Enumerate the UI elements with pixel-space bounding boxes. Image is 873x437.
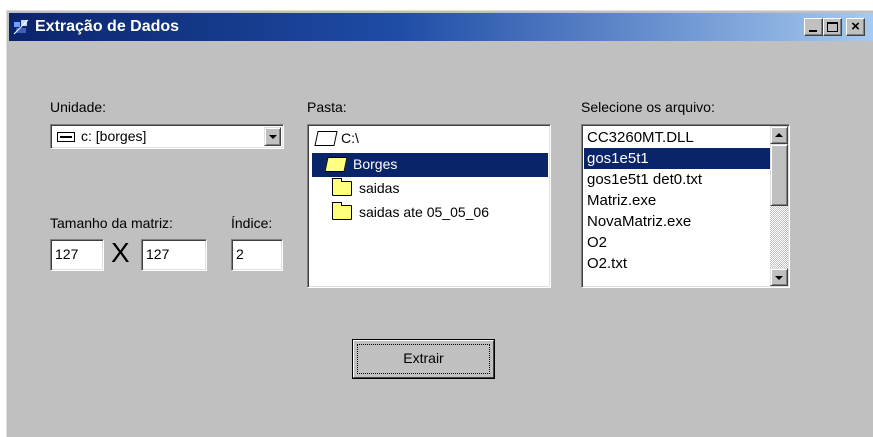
folder-item-label: C:\ bbox=[341, 130, 359, 146]
list-item[interactable]: NovaMatriz.exe bbox=[584, 211, 772, 232]
times-symbol: X bbox=[111, 237, 130, 268]
extrair-label: Extrair bbox=[403, 350, 444, 366]
list-item[interactable]: O2.txt bbox=[584, 253, 772, 274]
drive-combobox[interactable]: c: [borges] bbox=[50, 124, 284, 149]
scroll-down-button[interactable] bbox=[770, 268, 788, 286]
list-item[interactable]: gos1e5t1 det0.txt bbox=[584, 169, 772, 190]
maximize-icon bbox=[827, 22, 838, 32]
list-item[interactable]: gos1e5t1 bbox=[584, 148, 772, 169]
folder-item-saidas-ate[interactable]: saidas ate 05_05_06 bbox=[310, 201, 548, 225]
scroll-thumb[interactable] bbox=[770, 144, 788, 206]
matriz-label: Tamanho da matriz: bbox=[50, 215, 173, 231]
close-icon: × bbox=[851, 18, 860, 35]
matrix-rows-input[interactable]: 127 bbox=[50, 239, 104, 271]
scroll-up-button[interactable] bbox=[770, 126, 788, 144]
minimize-icon bbox=[809, 30, 817, 32]
folder-item-label: Borges bbox=[353, 156, 398, 172]
maximize-button[interactable] bbox=[823, 18, 842, 36]
folder-item-label: saidas bbox=[359, 180, 400, 196]
folder-item-borges[interactable]: Borges bbox=[312, 153, 548, 177]
chevron-down-icon bbox=[269, 135, 277, 139]
folder-icon bbox=[332, 178, 352, 196]
arquivos-label: Selecione os arquivo: bbox=[581, 99, 715, 115]
dropdown-button[interactable] bbox=[264, 127, 281, 146]
main-window: Extração de Dados × Unidade: c: [borges]… bbox=[6, 10, 873, 437]
unidade-label: Unidade: bbox=[50, 99, 107, 115]
window-title: Extração de Dados bbox=[35, 18, 180, 35]
folder-list[interactable]: C:\ Borges saidas saidas ate 05_05_06 bbox=[307, 124, 551, 288]
close-button[interactable]: × bbox=[846, 18, 865, 36]
folder-item-saidas[interactable]: saidas bbox=[310, 177, 548, 201]
open-folder-icon bbox=[324, 157, 348, 172]
list-item[interactable]: CC3260MT.DLL bbox=[584, 127, 772, 148]
minimize-button[interactable] bbox=[804, 18, 823, 36]
indice-value: 2 bbox=[236, 246, 244, 262]
chevron-down-icon bbox=[775, 276, 783, 280]
open-folder-icon bbox=[314, 131, 338, 146]
drive-icon bbox=[57, 132, 75, 142]
title-bar[interactable]: Extração de Dados × bbox=[9, 13, 873, 41]
matrix-cols-input[interactable]: 127 bbox=[141, 239, 207, 271]
matrix-cols-value: 127 bbox=[146, 246, 170, 262]
list-item[interactable]: O2 bbox=[584, 232, 772, 253]
extrair-button[interactable]: Extrair bbox=[352, 339, 495, 379]
folder-item-root[interactable]: C:\ bbox=[310, 127, 548, 151]
list-item[interactable]: Matriz.exe bbox=[584, 190, 772, 211]
file-list-scrollbar[interactable] bbox=[770, 126, 788, 286]
indice-input[interactable]: 2 bbox=[231, 239, 283, 271]
file-list[interactable]: CC3260MT.DLL gos1e5t1 gos1e5t1 det0.txt … bbox=[581, 124, 790, 288]
indice-label: Índice: bbox=[231, 215, 273, 231]
app-icon bbox=[13, 19, 29, 35]
drive-value: c: [borges] bbox=[81, 128, 147, 144]
folder-icon bbox=[332, 202, 352, 220]
pasta-label: Pasta: bbox=[307, 99, 347, 115]
chevron-up-icon bbox=[775, 133, 783, 137]
folder-item-label: saidas ate 05_05_06 bbox=[359, 204, 489, 220]
matrix-rows-value: 127 bbox=[55, 246, 79, 262]
